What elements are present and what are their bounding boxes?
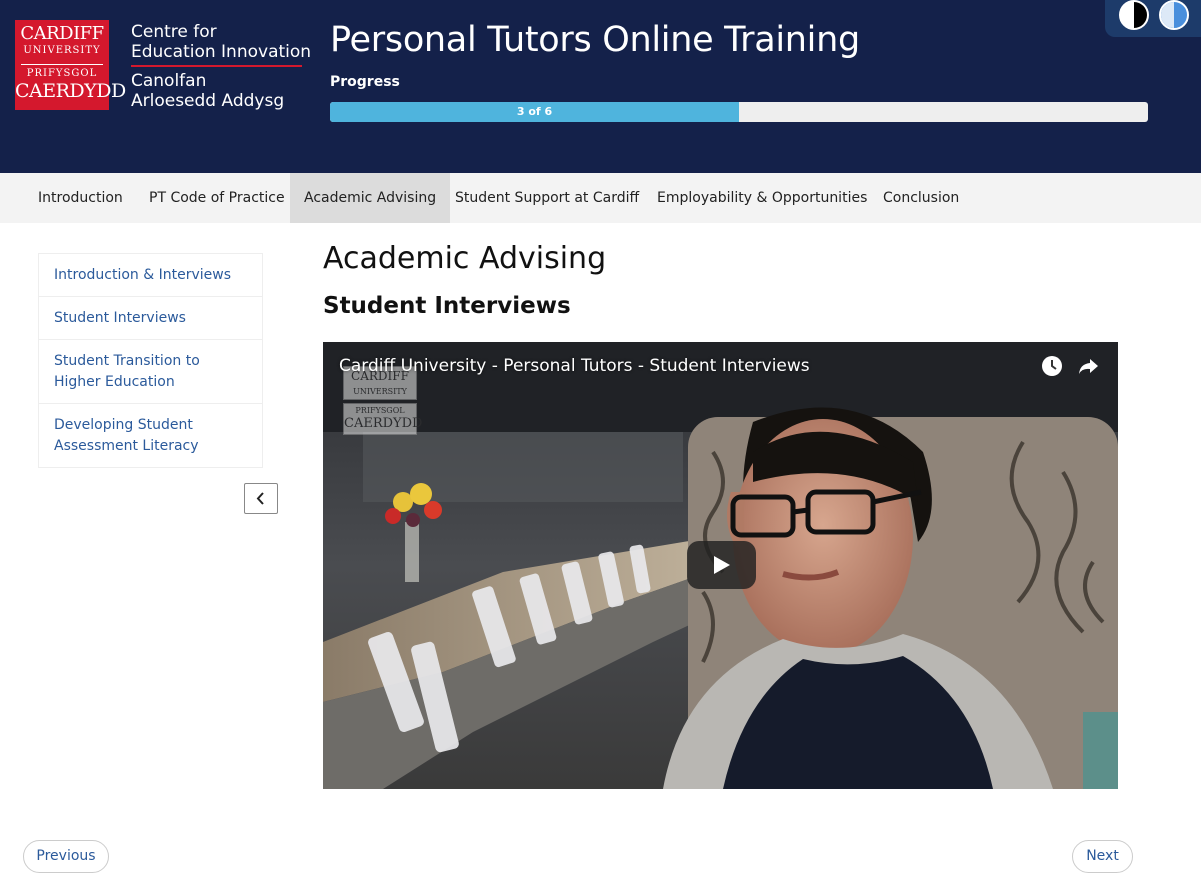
play-button[interactable] — [687, 541, 756, 589]
tab-academic-advising[interactable]: Academic Advising — [290, 173, 451, 223]
sidebar-item-assessment-literacy[interactable]: Developing Student Assessment Literacy — [39, 404, 262, 467]
contrast-switcher — [1105, 0, 1201, 37]
blue-contrast-icon[interactable] — [1159, 0, 1189, 30]
video-title[interactable]: Cardiff University - Personal Tutors - S… — [339, 356, 810, 376]
tab-introduction[interactable]: Introduction — [24, 173, 137, 223]
high-contrast-icon[interactable] — [1119, 0, 1149, 30]
clock-icon[interactable] — [1040, 354, 1064, 378]
centre-name: Centre for Education Innovation Canolfan… — [131, 22, 311, 111]
video-player[interactable]: CARDIFF UNIVERSITY PRIFYSGOL CAERDYDD Card… — [323, 342, 1118, 789]
logo-line-4: CAERDYDD — [15, 80, 126, 102]
sidebar-item-student-transition[interactable]: Student Transition to Higher Education — [39, 340, 262, 404]
collapse-sidebar-button[interactable] — [244, 483, 278, 514]
logo-line-3: PRIFYSGOL — [26, 68, 98, 79]
centre-name-line-3: Canolfan — [131, 71, 207, 91]
section-sidebar: Introduction & Interviews Student Interv… — [38, 253, 263, 468]
share-icon[interactable] — [1076, 354, 1100, 378]
logo-line-2: UNIVERSITY — [23, 45, 101, 56]
progress-fill: 3 of 6 — [330, 102, 739, 122]
logo-divider — [21, 64, 103, 65]
logo-line-1: CARDIFF — [20, 23, 104, 44]
cardiff-university-logo[interactable]: CARDIFF UNIVERSITY PRIFYSGOL CAERDYDD — [15, 20, 126, 110]
centre-name-line-1: Centre for — [131, 22, 217, 42]
sidebar-item-student-interviews[interactable]: Student Interviews — [39, 297, 262, 340]
video-watermark-logo: CARDIFF UNIVERSITY PRIFYSGOL CAERDYDD — [343, 366, 422, 438]
chevron-left-icon — [256, 492, 264, 505]
play-icon — [714, 556, 730, 574]
centre-name-line-4: Arloesedd Addysg — [131, 91, 285, 111]
previous-button[interactable]: Previous — [23, 840, 109, 873]
tab-conclusion[interactable]: Conclusion — [869, 173, 973, 223]
centre-divider — [131, 65, 302, 67]
tab-student-support[interactable]: Student Support at Cardiff — [441, 173, 653, 223]
tab-pt-code-of-practice[interactable]: PT Code of Practice — [135, 173, 299, 223]
site-header: CARDIFF UNIVERSITY PRIFYSGOL CAERDYDD Ce… — [0, 0, 1201, 173]
site-title: Personal Tutors Online Training — [330, 20, 860, 60]
next-button[interactable]: Next — [1072, 840, 1133, 873]
progress-label: Progress — [330, 74, 400, 90]
tab-employability[interactable]: Employability & Opportunities — [643, 173, 881, 223]
section-title: Student Interviews — [323, 293, 571, 319]
centre-name-line-2: Education Innovation — [131, 42, 312, 62]
progress-bar: 3 of 6 — [330, 102, 1148, 122]
page-title: Academic Advising — [323, 241, 607, 276]
main-navigation: Introduction PT Code of Practice Academi… — [0, 173, 1201, 223]
sidebar-item-introduction-interviews[interactable]: Introduction & Interviews — [39, 254, 262, 297]
